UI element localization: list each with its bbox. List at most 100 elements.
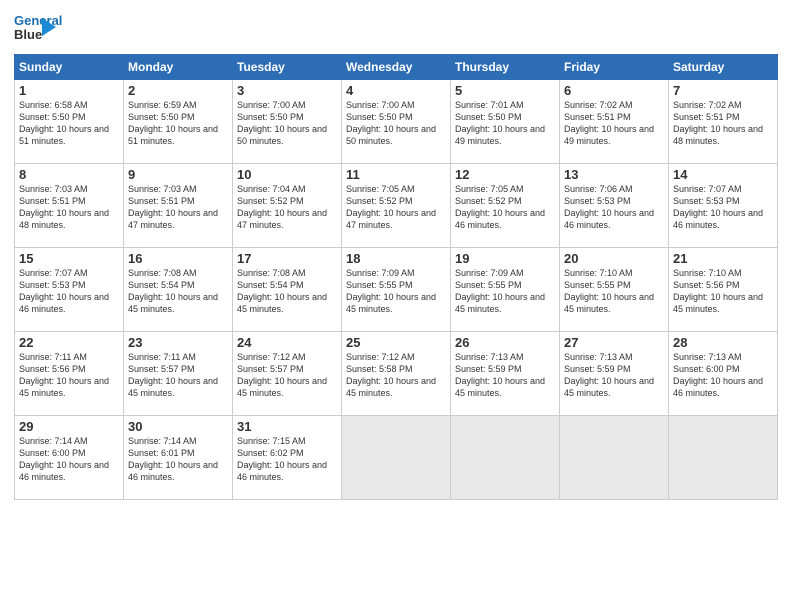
calendar-cell: 29 Sunrise: 7:14 AMSunset: 6:00 PMDaylig… [15, 416, 124, 500]
calendar-cell: 28 Sunrise: 7:13 AMSunset: 6:00 PMDaylig… [669, 332, 778, 416]
day-content: Sunrise: 7:08 AMSunset: 5:54 PMDaylight:… [237, 267, 337, 316]
calendar-cell: 25 Sunrise: 7:12 AMSunset: 5:58 PMDaylig… [342, 332, 451, 416]
page-container: General Blue SundayMondayTuesdayWednesda… [0, 0, 792, 510]
week-row-5: 29 Sunrise: 7:14 AMSunset: 6:00 PMDaylig… [15, 416, 778, 500]
header-monday: Monday [124, 55, 233, 80]
day-content: Sunrise: 7:04 AMSunset: 5:52 PMDaylight:… [237, 183, 337, 232]
calendar-cell [560, 416, 669, 500]
calendar-cell: 14 Sunrise: 7:07 AMSunset: 5:53 PMDaylig… [669, 164, 778, 248]
day-content: Sunrise: 7:11 AMSunset: 5:57 PMDaylight:… [128, 351, 228, 400]
day-number: 6 [564, 83, 664, 98]
day-number: 13 [564, 167, 664, 182]
calendar-cell: 7 Sunrise: 7:02 AMSunset: 5:51 PMDayligh… [669, 80, 778, 164]
day-number: 8 [19, 167, 119, 182]
calendar-cell: 6 Sunrise: 7:02 AMSunset: 5:51 PMDayligh… [560, 80, 669, 164]
day-content: Sunrise: 7:09 AMSunset: 5:55 PMDaylight:… [455, 267, 555, 316]
day-number: 7 [673, 83, 773, 98]
day-number: 9 [128, 167, 228, 182]
calendar-cell: 21 Sunrise: 7:10 AMSunset: 5:56 PMDaylig… [669, 248, 778, 332]
day-number: 28 [673, 335, 773, 350]
day-content: Sunrise: 7:10 AMSunset: 5:55 PMDaylight:… [564, 267, 664, 316]
day-content: Sunrise: 7:08 AMSunset: 5:54 PMDaylight:… [128, 267, 228, 316]
calendar-cell: 20 Sunrise: 7:10 AMSunset: 5:55 PMDaylig… [560, 248, 669, 332]
header: General Blue [14, 10, 778, 48]
day-content: Sunrise: 7:06 AMSunset: 5:53 PMDaylight:… [564, 183, 664, 232]
calendar-cell: 5 Sunrise: 7:01 AMSunset: 5:50 PMDayligh… [451, 80, 560, 164]
day-number: 11 [346, 167, 446, 182]
day-content: Sunrise: 7:10 AMSunset: 5:56 PMDaylight:… [673, 267, 773, 316]
day-content: Sunrise: 7:07 AMSunset: 5:53 PMDaylight:… [19, 267, 119, 316]
day-content: Sunrise: 7:13 AMSunset: 5:59 PMDaylight:… [455, 351, 555, 400]
calendar-cell: 8 Sunrise: 7:03 AMSunset: 5:51 PMDayligh… [15, 164, 124, 248]
day-number: 19 [455, 251, 555, 266]
day-number: 23 [128, 335, 228, 350]
calendar-cell: 24 Sunrise: 7:12 AMSunset: 5:57 PMDaylig… [233, 332, 342, 416]
calendar-cell: 3 Sunrise: 7:00 AMSunset: 5:50 PMDayligh… [233, 80, 342, 164]
week-row-2: 8 Sunrise: 7:03 AMSunset: 5:51 PMDayligh… [15, 164, 778, 248]
day-content: Sunrise: 7:07 AMSunset: 5:53 PMDaylight:… [673, 183, 773, 232]
calendar-cell [451, 416, 560, 500]
calendar-cell: 19 Sunrise: 7:09 AMSunset: 5:55 PMDaylig… [451, 248, 560, 332]
calendar-cell: 15 Sunrise: 7:07 AMSunset: 5:53 PMDaylig… [15, 248, 124, 332]
calendar-cell [342, 416, 451, 500]
day-content: Sunrise: 7:05 AMSunset: 5:52 PMDaylight:… [346, 183, 446, 232]
header-friday: Friday [560, 55, 669, 80]
day-content: Sunrise: 7:02 AMSunset: 5:51 PMDaylight:… [673, 99, 773, 148]
week-row-3: 15 Sunrise: 7:07 AMSunset: 5:53 PMDaylig… [15, 248, 778, 332]
week-row-1: 1 Sunrise: 6:58 AMSunset: 5:50 PMDayligh… [15, 80, 778, 164]
week-row-4: 22 Sunrise: 7:11 AMSunset: 5:56 PMDaylig… [15, 332, 778, 416]
day-number: 10 [237, 167, 337, 182]
day-number: 16 [128, 251, 228, 266]
day-number: 24 [237, 335, 337, 350]
day-number: 12 [455, 167, 555, 182]
calendar-cell: 31 Sunrise: 7:15 AMSunset: 6:02 PMDaylig… [233, 416, 342, 500]
day-number: 5 [455, 83, 555, 98]
day-content: Sunrise: 7:12 AMSunset: 5:57 PMDaylight:… [237, 351, 337, 400]
calendar-cell: 10 Sunrise: 7:04 AMSunset: 5:52 PMDaylig… [233, 164, 342, 248]
day-content: Sunrise: 7:09 AMSunset: 5:55 PMDaylight:… [346, 267, 446, 316]
calendar-cell: 18 Sunrise: 7:09 AMSunset: 5:55 PMDaylig… [342, 248, 451, 332]
day-number: 15 [19, 251, 119, 266]
calendar-header-row: SundayMondayTuesdayWednesdayThursdayFrid… [15, 55, 778, 80]
day-content: Sunrise: 6:59 AMSunset: 5:50 PMDaylight:… [128, 99, 228, 148]
day-number: 20 [564, 251, 664, 266]
header-saturday: Saturday [669, 55, 778, 80]
day-content: Sunrise: 7:02 AMSunset: 5:51 PMDaylight:… [564, 99, 664, 148]
day-number: 25 [346, 335, 446, 350]
day-content: Sunrise: 7:15 AMSunset: 6:02 PMDaylight:… [237, 435, 337, 484]
day-content: Sunrise: 6:58 AMSunset: 5:50 PMDaylight:… [19, 99, 119, 148]
day-content: Sunrise: 7:13 AMSunset: 5:59 PMDaylight:… [564, 351, 664, 400]
day-content: Sunrise: 7:00 AMSunset: 5:50 PMDaylight:… [346, 99, 446, 148]
calendar-cell: 9 Sunrise: 7:03 AMSunset: 5:51 PMDayligh… [124, 164, 233, 248]
calendar-table: SundayMondayTuesdayWednesdayThursdayFrid… [14, 54, 778, 500]
calendar-cell: 23 Sunrise: 7:11 AMSunset: 5:57 PMDaylig… [124, 332, 233, 416]
header-sunday: Sunday [15, 55, 124, 80]
day-content: Sunrise: 7:13 AMSunset: 6:00 PMDaylight:… [673, 351, 773, 400]
day-number: 4 [346, 83, 446, 98]
calendar-cell: 26 Sunrise: 7:13 AMSunset: 5:59 PMDaylig… [451, 332, 560, 416]
day-content: Sunrise: 7:00 AMSunset: 5:50 PMDaylight:… [237, 99, 337, 148]
day-number: 14 [673, 167, 773, 182]
header-thursday: Thursday [451, 55, 560, 80]
day-content: Sunrise: 7:05 AMSunset: 5:52 PMDaylight:… [455, 183, 555, 232]
calendar-cell: 2 Sunrise: 6:59 AMSunset: 5:50 PMDayligh… [124, 80, 233, 164]
day-number: 2 [128, 83, 228, 98]
day-content: Sunrise: 7:01 AMSunset: 5:50 PMDaylight:… [455, 99, 555, 148]
day-number: 29 [19, 419, 119, 434]
day-content: Sunrise: 7:14 AMSunset: 6:01 PMDaylight:… [128, 435, 228, 484]
day-number: 22 [19, 335, 119, 350]
calendar-cell: 17 Sunrise: 7:08 AMSunset: 5:54 PMDaylig… [233, 248, 342, 332]
calendar-cell: 30 Sunrise: 7:14 AMSunset: 6:01 PMDaylig… [124, 416, 233, 500]
day-number: 31 [237, 419, 337, 434]
day-number: 1 [19, 83, 119, 98]
logo: General Blue [14, 14, 48, 48]
calendar-cell: 4 Sunrise: 7:00 AMSunset: 5:50 PMDayligh… [342, 80, 451, 164]
day-number: 18 [346, 251, 446, 266]
day-number: 30 [128, 419, 228, 434]
day-number: 17 [237, 251, 337, 266]
calendar-cell: 22 Sunrise: 7:11 AMSunset: 5:56 PMDaylig… [15, 332, 124, 416]
day-content: Sunrise: 7:12 AMSunset: 5:58 PMDaylight:… [346, 351, 446, 400]
calendar-cell: 16 Sunrise: 7:08 AMSunset: 5:54 PMDaylig… [124, 248, 233, 332]
day-content: Sunrise: 7:11 AMSunset: 5:56 PMDaylight:… [19, 351, 119, 400]
calendar-cell: 1 Sunrise: 6:58 AMSunset: 5:50 PMDayligh… [15, 80, 124, 164]
